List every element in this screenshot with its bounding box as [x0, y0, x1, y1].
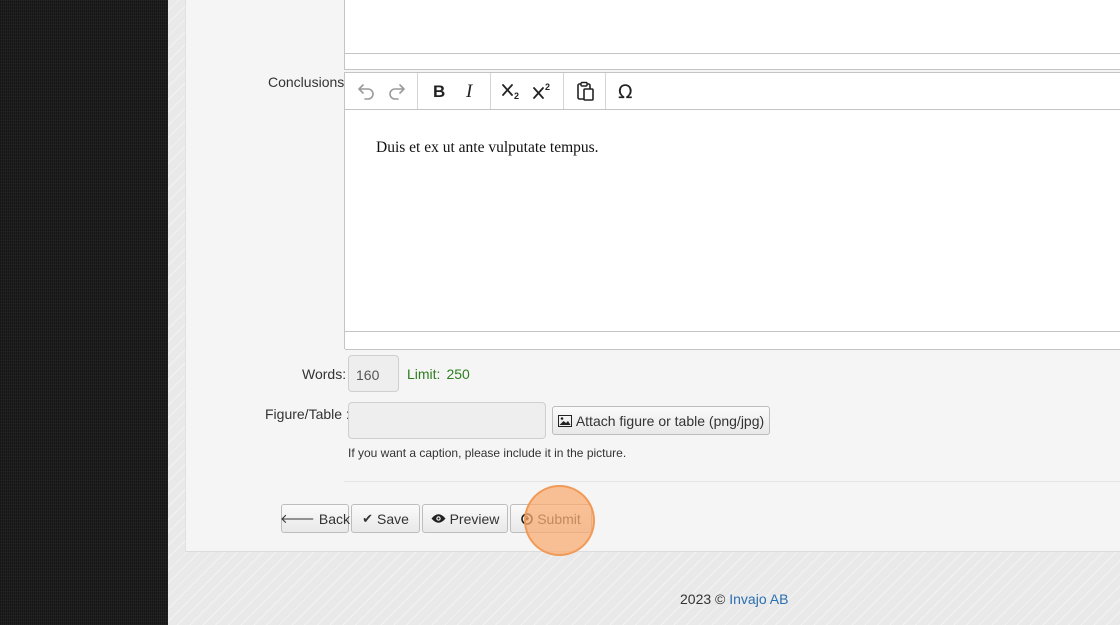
figure-label: Figure/Table :	[265, 406, 350, 422]
bold-icon: B	[433, 82, 445, 101]
svg-text:B: B	[433, 82, 445, 101]
conclusions-editor[interactable]: B I 2 2 Ω Duis et ex ut ante vulputate t…	[344, 72, 1120, 350]
check-icon: ✔	[362, 511, 373, 526]
preview-label: Preview	[449, 510, 500, 527]
bold-button[interactable]: B	[423, 76, 454, 106]
superscript-icon: 2	[532, 82, 550, 99]
save-label: Save	[376, 510, 409, 527]
format-group: B I	[418, 73, 491, 109]
back-label: Back	[318, 510, 350, 527]
svg-text:2: 2	[545, 82, 550, 92]
save-button[interactable]: ✔ Save	[351, 504, 420, 533]
superscript-button[interactable]: 2	[527, 76, 558, 106]
italic-button[interactable]: I	[454, 76, 485, 106]
words-label: Words:	[302, 366, 347, 382]
submit-label: Submit	[537, 510, 581, 527]
subscript-icon: 2	[501, 84, 519, 101]
omega-icon: Ω	[618, 81, 633, 101]
history-group	[345, 73, 418, 109]
editor-toolbar: B I 2 2 Ω	[345, 73, 1120, 110]
word-limit: Limit: 250	[407, 366, 470, 382]
preview-button[interactable]: Preview	[422, 504, 508, 533]
redo-icon	[388, 84, 405, 100]
paste-button[interactable]	[569, 76, 600, 106]
arrow-left-icon: 🡐	[280, 511, 315, 526]
italic-icon: I	[465, 81, 474, 101]
previous-editor[interactable]	[344, 0, 1120, 70]
attach-figure-label: Attach figure or table (png/jpg)	[575, 412, 765, 429]
undo-button[interactable]	[350, 76, 381, 106]
undo-icon	[357, 84, 374, 100]
paste-icon	[576, 81, 594, 101]
redo-button[interactable]	[381, 76, 412, 106]
special-group: Ω	[606, 73, 647, 109]
footer: 2023 © Invajo AB	[680, 591, 788, 607]
svg-text:I: I	[465, 81, 474, 101]
conclusions-text[interactable]: Duis et ex ut ante vulputate tempus.	[376, 139, 599, 157]
submit-circle-icon	[521, 512, 534, 525]
clipboard-group	[564, 73, 606, 109]
figure-file-field[interactable]	[348, 402, 546, 439]
subscript-button[interactable]: 2	[496, 76, 527, 106]
special-char-button[interactable]: Ω	[611, 76, 642, 106]
words-count-field: 160	[348, 355, 399, 392]
script-group: 2 2	[491, 73, 564, 109]
svg-text:2: 2	[514, 91, 519, 101]
divider	[344, 481, 1120, 482]
company-link[interactable]: Invajo AB	[729, 591, 788, 607]
editor-statusbar	[345, 331, 1120, 350]
limit-value: 250	[446, 366, 470, 382]
image-icon	[557, 414, 572, 427]
footer-copyright: 2023 ©	[680, 591, 726, 607]
eye-icon	[431, 514, 446, 523]
svg-text:Ω: Ω	[618, 81, 633, 101]
attach-figure-button[interactable]: Attach figure or table (png/jpg)	[552, 406, 770, 435]
back-button[interactable]: 🡐 Back	[280, 504, 350, 533]
limit-label: Limit:	[407, 366, 441, 382]
previous-editor-statusbar	[345, 53, 1120, 70]
caption-hint: If you want a caption, please include it…	[348, 446, 627, 460]
conclusions-label: Conclusions:	[268, 74, 349, 90]
submit-button[interactable]: Submit	[510, 504, 592, 533]
